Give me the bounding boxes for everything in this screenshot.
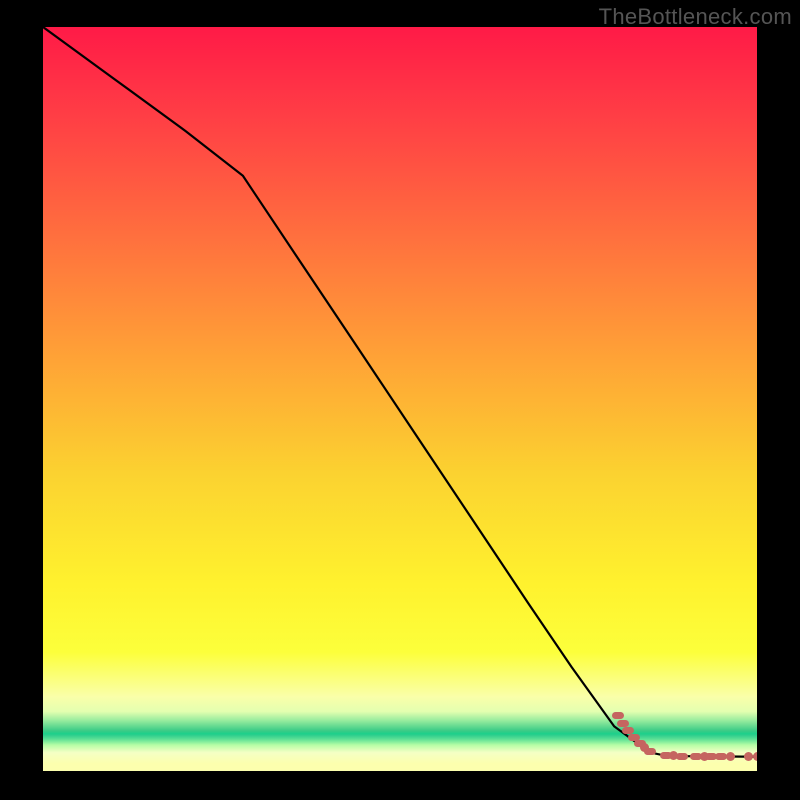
marker-layer bbox=[43, 27, 757, 771]
data-marker-dash bbox=[676, 753, 688, 760]
data-marker-dash bbox=[644, 748, 656, 755]
watermark-text: TheBottleneck.com bbox=[599, 4, 792, 30]
data-marker-dash bbox=[612, 712, 624, 719]
data-marker-dash bbox=[617, 720, 629, 727]
data-marker-dot bbox=[753, 752, 758, 761]
plot-area bbox=[43, 27, 757, 771]
chart-container: TheBottleneck.com bbox=[0, 0, 800, 800]
data-marker-dot bbox=[744, 752, 753, 761]
data-marker-dot bbox=[726, 752, 735, 761]
